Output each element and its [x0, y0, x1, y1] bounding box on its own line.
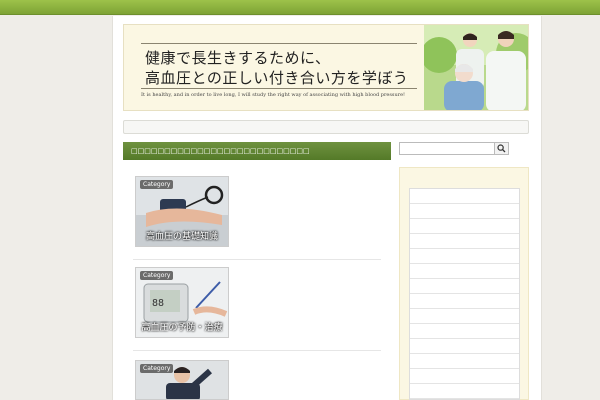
- category-tag: Category: [140, 271, 174, 280]
- header-rule-bottom: [141, 88, 417, 89]
- search-input[interactable]: [399, 142, 495, 155]
- sidebar-list-item[interactable]: [410, 249, 519, 264]
- sidebar-list-item[interactable]: [410, 324, 519, 339]
- sidebar-list-item[interactable]: [410, 384, 519, 399]
- nav-bar[interactable]: [123, 120, 529, 134]
- sidebar-list-item[interactable]: [410, 309, 519, 324]
- category-card-treatment[interactable]: 88 Category 高血圧の予防・治療: [135, 267, 229, 338]
- sidebar-list-item[interactable]: [410, 234, 519, 249]
- sidebar-list-item[interactable]: [410, 279, 519, 294]
- site-title-line-2: 高血圧との正しい付き合い方を学ぼう: [145, 69, 409, 87]
- category-caption: 高血圧の基礎知識: [145, 232, 218, 242]
- sidebar-list-item[interactable]: [410, 339, 519, 354]
- sidebar-list-item[interactable]: [410, 219, 519, 234]
- site-title-line-1: 健康で長生きするために、: [145, 49, 331, 67]
- category-caption: 高血圧の予防・治療: [141, 323, 223, 333]
- header-rule-top: [141, 43, 417, 44]
- sidebar-list-item[interactable]: [410, 294, 519, 309]
- category-tag: Category: [140, 180, 174, 189]
- main-section-heading: □□□□□□□□□□□□□□□□□□□□□□□□□□□: [123, 142, 391, 160]
- site-subtitle: It is healthy, and in order to live long…: [141, 92, 406, 98]
- list-divider: [133, 259, 381, 260]
- nurse-elderly-photo: [424, 25, 528, 110]
- sidebar-list-item[interactable]: [410, 204, 519, 219]
- search-button[interactable]: [494, 142, 509, 155]
- category-card-lifestyle[interactable]: Category: [135, 360, 229, 400]
- top-bar: [0, 0, 600, 15]
- category-tag: Category: [140, 364, 174, 373]
- sidebar-list-item[interactable]: [410, 189, 519, 204]
- sidebar-list: [409, 188, 520, 400]
- sidebar-list-item[interactable]: [410, 264, 519, 279]
- sidebar-list-item[interactable]: [410, 354, 519, 369]
- search-icon: [497, 144, 506, 153]
- svg-text:88: 88: [152, 298, 164, 309]
- site-header-banner[interactable]: 健康で長生きするために、 高血圧との正しい付き合い方を学ぼう It is hea…: [123, 24, 529, 111]
- category-card-basics[interactable]: Category 高血圧の基礎知識: [135, 176, 229, 247]
- list-divider: [133, 350, 381, 351]
- sidebar-list-item[interactable]: [410, 369, 519, 384]
